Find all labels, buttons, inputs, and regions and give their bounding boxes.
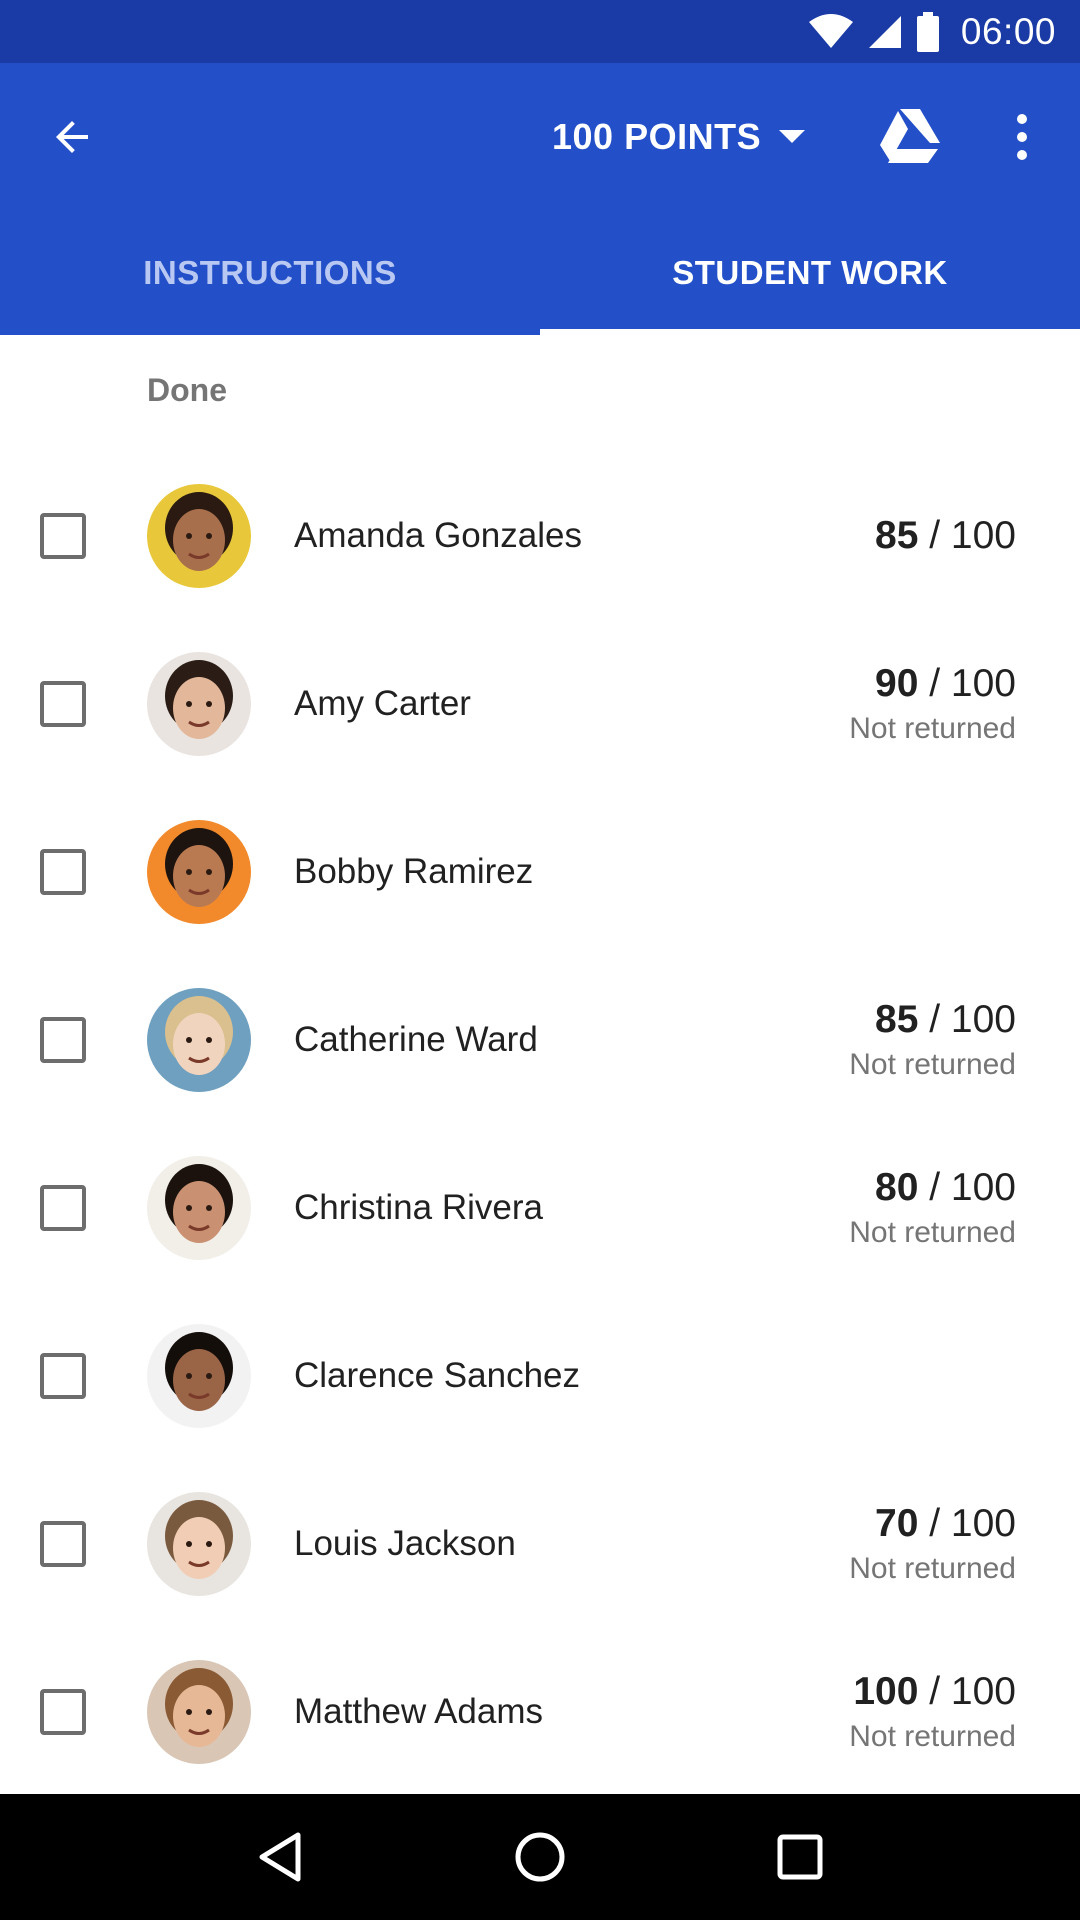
- grade-block: 85 / 100 Not returned: [849, 956, 1016, 1124]
- student-row[interactable]: Christina Rivera 80 / 100 Not returned: [0, 1124, 1080, 1292]
- grade-points: 90: [875, 662, 919, 705]
- grade-max: / 100: [929, 662, 1016, 705]
- student-row[interactable]: Bobby Ramirez: [0, 788, 1080, 956]
- student-checkbox[interactable]: [40, 681, 86, 727]
- grade-block: 70 / 100 Not returned: [849, 1460, 1016, 1628]
- wifi-icon: [808, 13, 853, 48]
- arrow-back-icon: [56, 121, 88, 153]
- student-name: Matthew Adams: [294, 1692, 543, 1731]
- grade-status: Not returned: [849, 712, 1016, 745]
- more-vert-icon: [1017, 114, 1027, 124]
- student-checkbox[interactable]: [40, 1353, 86, 1399]
- grade-points: 85: [875, 998, 919, 1041]
- student-checkbox[interactable]: [40, 849, 86, 895]
- student-name: Amy Carter: [294, 684, 471, 723]
- grade-spacer: [918, 1670, 929, 1713]
- grade-score: 85 / 100: [875, 998, 1016, 1042]
- grade-score: 80 / 100: [875, 1166, 1016, 1210]
- toolbar: 100 POINTS: [0, 63, 1080, 210]
- grade-status: Not returned: [849, 1552, 1016, 1585]
- grade-spacer: [918, 514, 929, 557]
- student-checkbox[interactable]: [40, 1521, 86, 1567]
- points-dropdown[interactable]: 100 POINTS: [552, 109, 806, 165]
- nav-back-button[interactable]: [240, 1817, 320, 1897]
- grade-points: 70: [875, 1502, 919, 1545]
- back-button[interactable]: [44, 109, 100, 165]
- cell-signal-icon: [868, 15, 901, 48]
- grade-block: 85 / 100: [875, 452, 1016, 620]
- student-name: Catherine Ward: [294, 1020, 538, 1059]
- dropdown-arrow-icon: [779, 130, 806, 143]
- student-row[interactable]: Louis Jackson 70 / 100 Not returned: [0, 1460, 1080, 1628]
- grade-score: 85 / 100: [875, 514, 1016, 558]
- nav-home-button[interactable]: [500, 1817, 580, 1897]
- student-avatar: [147, 1324, 251, 1428]
- grade-score: 100 / 100: [853, 1670, 1016, 1714]
- student-avatar: [147, 988, 251, 1092]
- system-nav-bar: [0, 1794, 1080, 1920]
- grade-points: 85: [875, 514, 919, 557]
- student-avatar: [147, 1660, 251, 1764]
- grade-status: Not returned: [849, 1048, 1016, 1081]
- student-name: Clarence Sanchez: [294, 1356, 580, 1395]
- student-row[interactable]: Matthew Adams 100 / 100 Not returned: [0, 1628, 1080, 1796]
- grade-points: 80: [875, 1166, 919, 1209]
- student-checkbox[interactable]: [40, 1185, 86, 1231]
- student-name: Louis Jackson: [294, 1524, 516, 1563]
- grade-status: Not returned: [849, 1720, 1016, 1753]
- status-bar: 06:00: [0, 0, 1080, 63]
- nav-recents-button[interactable]: [760, 1817, 840, 1897]
- app-bar: 100 POINTS INSTRUCTIONS STUDENT WORK: [0, 63, 1080, 335]
- grade-spacer: [918, 1166, 929, 1209]
- tab-bar: INSTRUCTIONS STUDENT WORK: [0, 210, 1080, 335]
- grade-spacer: [918, 1502, 929, 1545]
- student-name: Amanda Gonzales: [294, 516, 582, 555]
- grade-block: 100 / 100 Not returned: [849, 1628, 1016, 1796]
- student-avatar: [147, 484, 251, 588]
- square-recents-icon: [777, 1834, 823, 1880]
- grade-block: 90 / 100 Not returned: [849, 620, 1016, 788]
- student-avatar: [147, 1156, 251, 1260]
- points-label: 100 POINTS: [552, 116, 762, 157]
- student-checkbox[interactable]: [40, 1017, 86, 1063]
- student-row[interactable]: Amanda Gonzales 85 / 100: [0, 452, 1080, 620]
- student-name: Bobby Ramirez: [294, 852, 534, 891]
- student-list: Amanda Gonzales 85 / 100 Amy Carter 90 / 10…: [0, 452, 1080, 1796]
- grade-score: 90 / 100: [875, 662, 1016, 706]
- grade-spacer: [918, 998, 929, 1041]
- more-vert-dot: [1017, 132, 1027, 142]
- grade-status: Not returned: [849, 1216, 1016, 1249]
- triangle-back-icon: [259, 1832, 301, 1882]
- status-time: 06:00: [960, 10, 1056, 52]
- student-name: Christina Rivera: [294, 1188, 543, 1227]
- grade-max: / 100: [929, 1670, 1016, 1713]
- more-vert-dot: [1017, 150, 1027, 160]
- grade-max: / 100: [929, 1166, 1016, 1209]
- grade-block: 80 / 100 Not returned: [849, 1124, 1016, 1292]
- grade-max: / 100: [929, 514, 1016, 557]
- student-avatar: [147, 1492, 251, 1596]
- more-options-button[interactable]: [1004, 107, 1040, 167]
- section-header-done: Done: [147, 372, 227, 408]
- grade-spacer: [918, 662, 929, 705]
- grade-max: / 100: [929, 1502, 1016, 1545]
- tab-student-work[interactable]: STUDENT WORK: [540, 210, 1080, 335]
- student-avatar: [147, 820, 251, 924]
- grade-points: 100: [853, 1670, 919, 1713]
- tab-instructions[interactable]: INSTRUCTIONS: [0, 210, 540, 335]
- student-checkbox[interactable]: [40, 1689, 86, 1735]
- student-row[interactable]: Clarence Sanchez: [0, 1292, 1080, 1460]
- circle-home-icon: [515, 1832, 565, 1882]
- google-drive-button[interactable]: [878, 107, 942, 167]
- battery-icon: [916, 11, 939, 52]
- student-checkbox[interactable]: [40, 513, 86, 559]
- grade-max: / 100: [929, 998, 1016, 1041]
- student-row[interactable]: Amy Carter 90 / 100 Not returned: [0, 620, 1080, 788]
- grade-score: 70 / 100: [875, 1502, 1016, 1546]
- student-row[interactable]: Catherine Ward 85 / 100 Not returned: [0, 956, 1080, 1124]
- student-avatar: [147, 652, 251, 756]
- google-drive-icon: [880, 109, 940, 163]
